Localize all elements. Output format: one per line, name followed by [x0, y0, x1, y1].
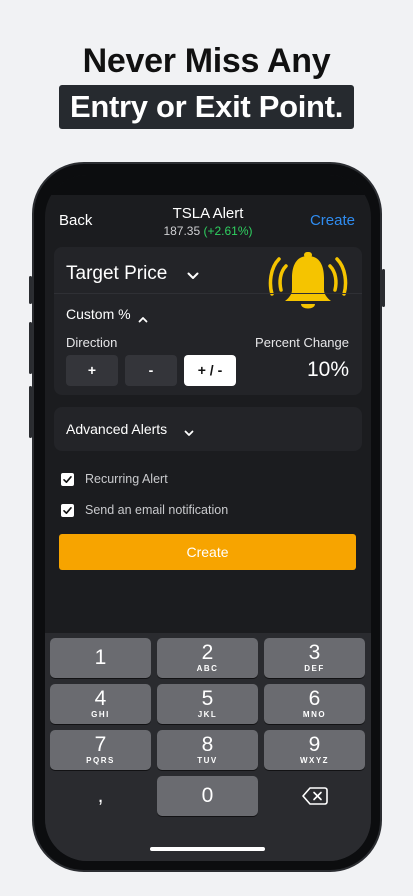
key-9[interactable]: 9 WXYZ [264, 730, 365, 770]
key-letters: ABC [196, 664, 219, 673]
promo-headline: Never Miss Any Entry or Exit Point. [0, 40, 413, 129]
check-icon [63, 476, 72, 483]
target-price-dropdown[interactable]: Target Price [66, 263, 167, 285]
key-letters: MNO [302, 710, 327, 719]
backspace-icon [301, 787, 328, 805]
home-indicator [150, 847, 265, 851]
key-2[interactable]: 2 ABC [157, 638, 258, 678]
email-notification-label: Send an email notification [85, 503, 229, 517]
nav-create-button[interactable]: Create [310, 212, 355, 229]
key-digit: 7 [94, 733, 107, 756]
key-digit: 3 [308, 641, 321, 664]
email-notification-checkbox[interactable] [61, 504, 74, 517]
key-digit: 1 [94, 646, 107, 669]
key-digit: 8 [201, 733, 214, 756]
recurring-alert-checkbox[interactable] [61, 473, 74, 486]
chevron-up-icon[interactable] [138, 310, 148, 328]
create-alert-button[interactable]: Create [59, 534, 356, 570]
key-digit: 0 [201, 784, 214, 807]
bell-icon [268, 250, 348, 325]
key-letters: JKL [197, 710, 218, 719]
key-letters: WXYZ [299, 756, 330, 765]
key-3[interactable]: 3 DEF [264, 638, 365, 678]
key-6[interactable]: 6 MNO [264, 684, 365, 724]
key-digit: 2 [201, 641, 214, 664]
percent-change-value[interactable]: 10% [307, 358, 349, 382]
key-letters: GHI [91, 710, 110, 719]
custom-percent-toggle[interactable]: Custom % [66, 306, 131, 322]
app-screen: Back TSLA Alert 187.35 (+2.61%) Create T… [45, 175, 371, 861]
key-letters: TUV [197, 756, 218, 765]
key-letters: PQRS [86, 756, 115, 765]
recurring-alert-label: Recurring Alert [85, 472, 168, 486]
key-digit: 4 [94, 687, 107, 710]
navigation-bar: Back TSLA Alert 187.35 (+2.61%) Create [45, 203, 371, 243]
chevron-down-icon[interactable] [187, 267, 199, 285]
key-comma[interactable]: , [50, 776, 151, 816]
quote-price: 187.35 [163, 224, 201, 238]
key-5[interactable]: 5 JKL [157, 684, 258, 724]
key-8[interactable]: 8 TUV [157, 730, 258, 770]
percent-change-label: Percent Change [255, 335, 349, 350]
promo-line-2: Entry or Exit Point. [58, 85, 355, 129]
numeric-keypad: 1 2 ABC 3 DEF 4 GHI 5 JKL 6 MNO 7 PQRS 8 TUV 9W… [45, 633, 371, 861]
advanced-alerts-card: Advanced Alerts [54, 407, 362, 451]
direction-down-button[interactable]: - [125, 355, 177, 386]
key-letters: DEF [304, 664, 325, 673]
promo-line-1: Never Miss Any [82, 42, 331, 80]
status-bar [45, 175, 371, 195]
key-digit: 9 [308, 733, 321, 756]
key-0[interactable]: 0 [157, 776, 258, 816]
phone-power-button [382, 269, 385, 307]
key-digit: 6 [308, 687, 321, 710]
target-price-card: Target Price Custom % Direction Percent … [54, 247, 362, 395]
phone-volume-down [29, 386, 32, 438]
key-digit: 5 [201, 687, 214, 710]
phone-frame: Back TSLA Alert 187.35 (+2.61%) Create T… [29, 162, 385, 872]
backspace-key[interactable] [264, 776, 365, 816]
direction-both-button[interactable]: + / - [184, 355, 236, 386]
key-7[interactable]: 7 PQRS [50, 730, 151, 770]
check-icon [63, 507, 72, 514]
direction-up-button[interactable]: + [66, 355, 118, 386]
card-divider [54, 293, 362, 294]
key-4[interactable]: 4 GHI [50, 684, 151, 724]
direction-label: Direction [66, 335, 118, 350]
phone-mute-switch [29, 276, 32, 304]
advanced-alerts-toggle[interactable]: Advanced Alerts [66, 421, 167, 437]
chevron-down-icon[interactable] [184, 424, 194, 442]
quote-change: (+2.61%) [203, 224, 253, 238]
key-1[interactable]: 1 [50, 638, 151, 678]
key-digit: , [97, 784, 104, 807]
phone-volume-up [29, 322, 32, 374]
